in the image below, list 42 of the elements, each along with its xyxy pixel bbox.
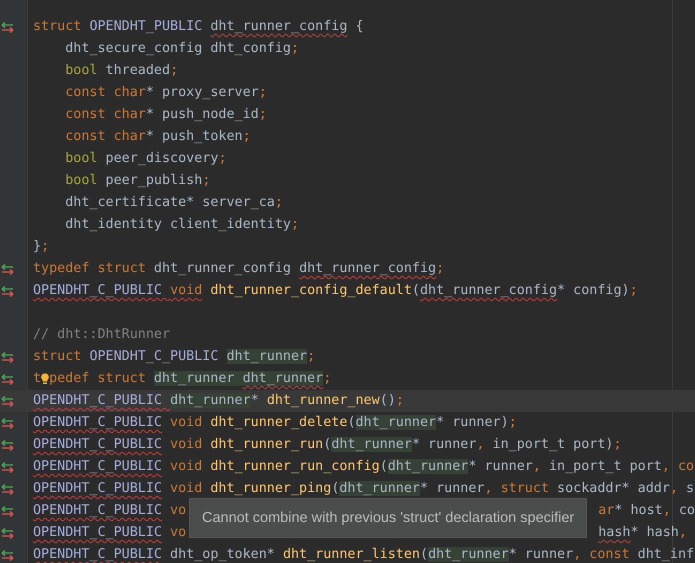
code-line: OPENDHT_C_PUBLIC void dht_runner_delete(dht_runner* runner); bbox=[33, 414, 517, 432]
arrows-icon[interactable] bbox=[1, 22, 15, 32]
code-line: OPENDHT_C_PUBLIC void dht_runner_run_config(dht_runner* runner, in_port_t port, co bbox=[33, 458, 694, 476]
code-line: const char* push_node_id; bbox=[64, 106, 267, 124]
code-line: OPENDHT_C_PUBLIC dht_runner* dht_runner_new(); bbox=[33, 392, 404, 410]
code-line: OPENDHT_C_PUBLIC void dht_runner_config_default(dht_runner_config* config); bbox=[33, 282, 638, 300]
code-line: struct OPENDHT_C_PUBLIC dht_runner; bbox=[33, 348, 316, 366]
code-line: OPENDHT_C_PUBLIC dht_op_token* dht_runner_listen(dht_runner* runner, const dht_inf bbox=[33, 546, 694, 563]
code-line: }; bbox=[33, 238, 50, 256]
arrows-icon[interactable] bbox=[1, 440, 15, 450]
code-line: pedef struct dht_runner dht_runner; bbox=[49, 370, 332, 388]
code-line: const char* proxy_server; bbox=[64, 84, 267, 102]
code-line: typedef struct dht_runner_config dht_runner_config; bbox=[33, 260, 444, 278]
code-line: bool threaded; bbox=[64, 62, 178, 80]
code-line: OPENDHT_C_PUBLIC void dht_runner_run(dht_runner* runner, in_port_t port); bbox=[33, 436, 622, 454]
code-line: bool peer_discovery; bbox=[64, 150, 226, 168]
code-line: ar* host, co bbox=[598, 502, 695, 520]
arrows-icon[interactable] bbox=[1, 550, 15, 560]
arrows-icon[interactable] bbox=[1, 286, 15, 296]
code-line: struct OPENDHT_PUBLIC dht_runner_config { bbox=[33, 18, 364, 36]
arrows-icon[interactable] bbox=[1, 484, 15, 494]
code-line: OPENDHT_C_PUBLIC void dht_runner_ping(dht_runner* runner, struct sockaddr* addr, s bbox=[33, 480, 694, 498]
code-line: const char* push_token; bbox=[64, 128, 251, 146]
arrows-icon[interactable] bbox=[1, 506, 15, 516]
arrows-icon[interactable] bbox=[1, 264, 15, 274]
code-line: t bbox=[33, 370, 42, 388]
arrows-icon[interactable] bbox=[1, 374, 15, 384]
code-line: OPENDHT_C_PUBLIC vo bbox=[33, 502, 186, 520]
lightbulb-icon[interactable] bbox=[41, 372, 50, 386]
code-line: // dht::DhtRunner bbox=[33, 326, 170, 344]
code-line: dht_certificate* server_ca; bbox=[64, 194, 283, 212]
arrows-icon[interactable] bbox=[1, 462, 15, 472]
arrows-icon[interactable] bbox=[1, 352, 15, 362]
code-line: dht_identity client_identity; bbox=[64, 216, 300, 234]
arrows-icon[interactable] bbox=[1, 528, 15, 538]
arrows-icon[interactable] bbox=[1, 418, 15, 428]
code-line: dht_secure_config dht_config; bbox=[64, 40, 300, 58]
arrows-icon[interactable] bbox=[1, 396, 15, 406]
code-line: bool peer_publish; bbox=[64, 172, 210, 190]
code-line: hash* hash, bbox=[598, 524, 688, 542]
code-line: OPENDHT_C_PUBLIC vo bbox=[33, 524, 186, 542]
error-tooltip: Cannot combine with previous 'struct' declaration specifier bbox=[189, 498, 588, 538]
